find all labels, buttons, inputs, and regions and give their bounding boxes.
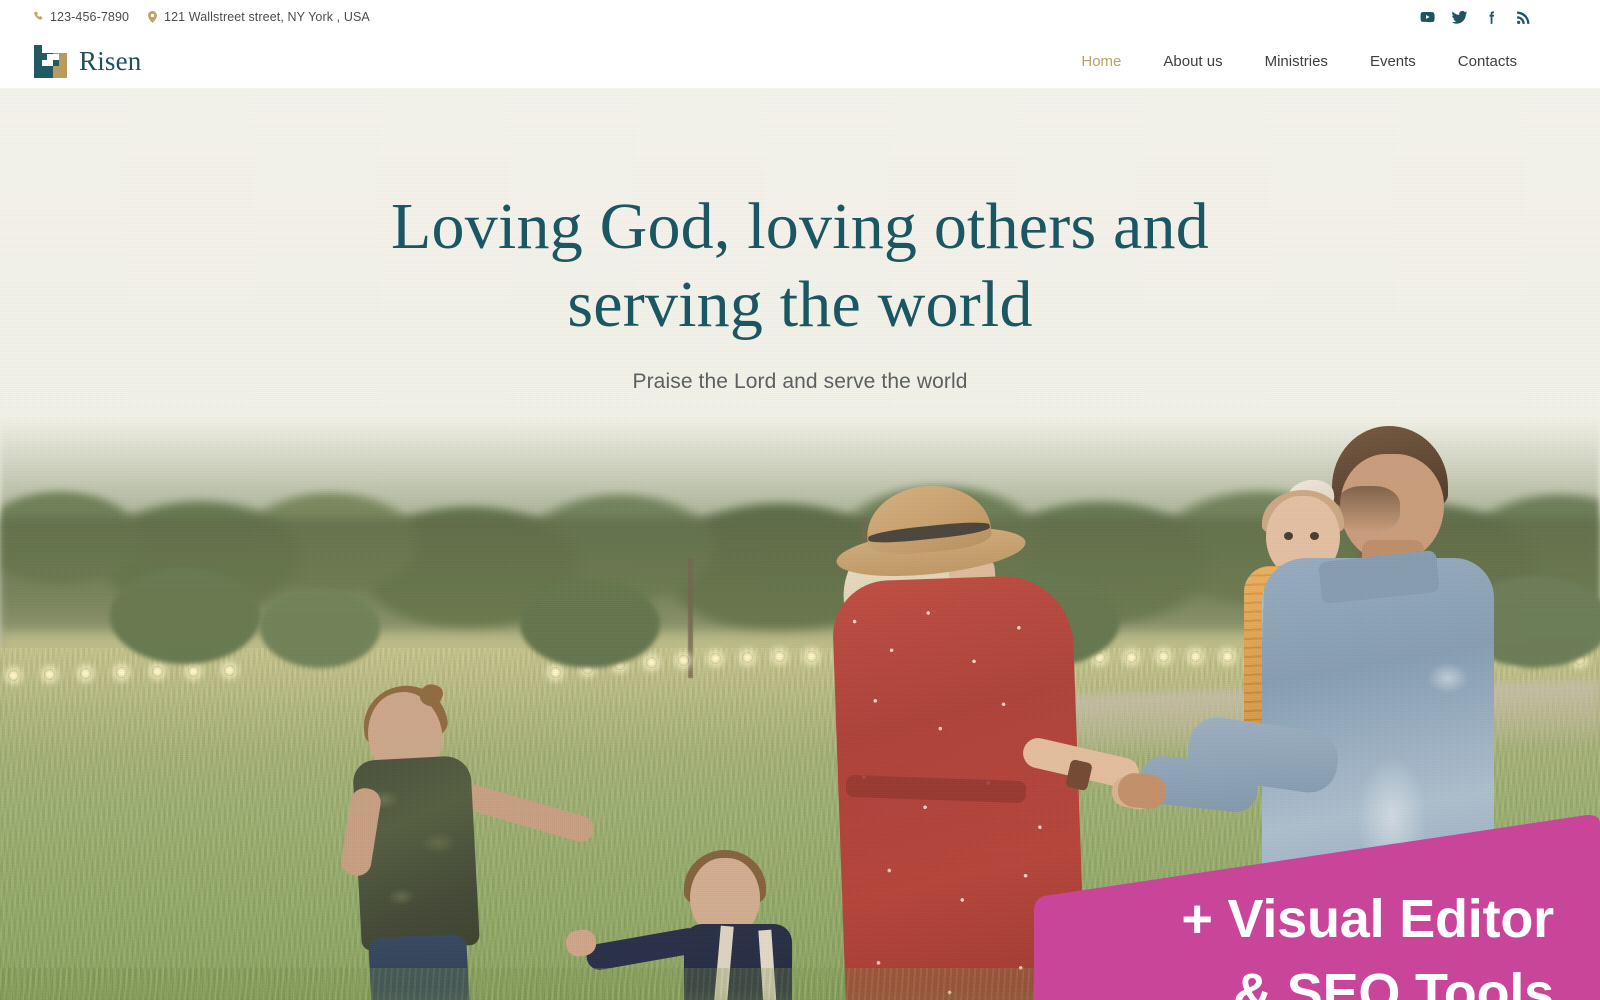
nav-item-contacts[interactable]: Contacts xyxy=(1437,53,1538,70)
nav-item-ministries[interactable]: Ministries xyxy=(1244,53,1349,70)
hero-section: Loving God, loving others and serving th… xyxy=(0,88,1600,1000)
brand-name: Risen xyxy=(79,45,142,76)
tree-shrub xyxy=(520,580,660,668)
nav-item-home[interactable]: Home xyxy=(1060,53,1142,70)
rss-icon[interactable] xyxy=(1515,9,1532,26)
social-links xyxy=(1419,0,1532,34)
site-header: 123-456-7890 121 Wallstreet street, NY Y… xyxy=(0,0,1600,88)
youtube-icon[interactable] xyxy=(1419,9,1436,26)
phone-icon xyxy=(33,11,44,24)
tree-shrub xyxy=(110,568,260,664)
hero-text-block: Loving God, loving others and serving th… xyxy=(0,188,1600,394)
nav-item-events[interactable]: Events xyxy=(1349,53,1437,70)
cross-logo-icon xyxy=(34,44,68,78)
hero-title-line-2: serving the world xyxy=(567,268,1033,341)
promo-line-1: + Visual Editor xyxy=(1181,889,1554,949)
address-text: 121 Wallstreet street, NY York , USA xyxy=(164,10,370,24)
location-pin-icon xyxy=(147,10,158,24)
site-logo[interactable]: Risen xyxy=(34,34,142,88)
hero-subtitle: Praise the Lord and serve the world xyxy=(632,370,968,393)
promo-banner[interactable]: + Visual Editor & SEO Tools xyxy=(1020,814,1600,1000)
promo-banner-text: + Visual Editor & SEO Tools xyxy=(1020,814,1600,1000)
phone-contact[interactable]: 123-456-7890 xyxy=(33,10,129,24)
promo-line-2: & SEO Tools xyxy=(1233,963,1554,1000)
tree-shrub xyxy=(260,588,380,668)
nav-item-about-us[interactable]: About us xyxy=(1142,53,1243,70)
top-contact-bar: 123-456-7890 121 Wallstreet street, NY Y… xyxy=(0,0,1600,34)
main-navbar: Risen Home About us Ministries Events Co… xyxy=(0,34,1600,88)
page-root: 123-456-7890 121 Wallstreet street, NY Y… xyxy=(0,0,1600,1000)
hero-title: Loving God, loving others and serving th… xyxy=(0,188,1600,344)
contact-info-group: 123-456-7890 121 Wallstreet street, NY Y… xyxy=(33,0,370,34)
facebook-icon[interactable] xyxy=(1483,9,1500,26)
address-contact[interactable]: 121 Wallstreet street, NY York , USA xyxy=(147,10,370,24)
hero-title-line-1: Loving God, loving others and xyxy=(391,190,1209,263)
phone-number: 123-456-7890 xyxy=(50,10,130,24)
twitter-icon[interactable] xyxy=(1451,9,1468,26)
nav-menu: Home About us Ministries Events Contacts xyxy=(1060,34,1538,88)
